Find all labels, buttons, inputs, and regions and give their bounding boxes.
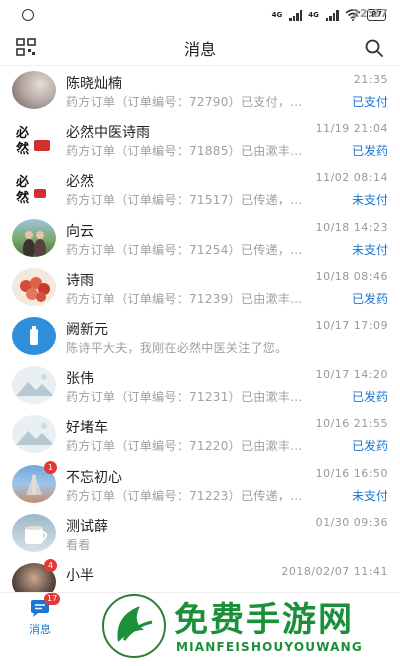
- message-time: 21:35: [353, 73, 388, 86]
- message-time: 10/17 17:09: [315, 318, 388, 332]
- conversation-row[interactable]: 必 然 必然 11/02 08:14 药方订单（订单编号：71517）已传递，.…: [0, 164, 400, 213]
- network-label-2: 4G: [308, 11, 319, 19]
- contact-name: 必然中医诗雨: [66, 125, 150, 142]
- conversation-row[interactable]: 张伟 10/17 14:20 药方订单（订单编号：71231）已由漱丰... 已…: [0, 361, 400, 410]
- avatar: [12, 71, 56, 109]
- contact-name: 小半: [66, 567, 94, 584]
- conversation-row[interactable]: 1 不忘初心 10/16 16:50 药方订单（订单编号：71223）已传递，.…: [0, 460, 400, 509]
- order-status: 已发药: [351, 390, 388, 405]
- message-preview: 药方订单（订单编号：71223）已传递，...: [66, 488, 303, 503]
- watermark-subtext: MIANFEISHOUYOUWANG: [176, 640, 363, 654]
- svg-text:然: 然: [16, 141, 29, 157]
- message-time: 10/17 14:20: [315, 368, 388, 382]
- message-preview: 药方订单（订单编号：71254）已传递，...: [66, 242, 303, 257]
- message-preview: 陈诗平大夫，我刚在必然中医关注了您。: [66, 340, 288, 355]
- avatar: [12, 415, 56, 454]
- order-status: 已发药: [351, 291, 388, 306]
- contact-name: 向云: [66, 223, 94, 240]
- svg-text:然: 然: [16, 190, 29, 206]
- order-status: 已发药: [351, 144, 388, 159]
- status-bar: 22:27 4G 4G 87: [0, 0, 400, 30]
- message-preview: 药方订单（订单编号：72790）已支付，...: [66, 95, 303, 109]
- clinic-logo-icon: 必 然: [15, 174, 46, 206]
- conversation-row[interactable]: 陈晓灿楠 21:35 药方订单（订单编号：72790）已支付，... 已支付: [0, 66, 400, 115]
- top-bar: 消息: [0, 30, 400, 66]
- message-preview: 药方订单（订单编号：71231）已由漱丰...: [66, 390, 303, 405]
- network-label-1: 4G: [271, 11, 283, 19]
- watermark-logo: [102, 594, 166, 658]
- svg-text:必: 必: [15, 125, 29, 141]
- message-preview: 看看: [66, 537, 91, 552]
- contact-name: 不忘初心: [66, 469, 122, 486]
- watermark-text: 免费手游网: [174, 600, 354, 640]
- avatar: [12, 513, 56, 552]
- message-preview: 药方订单（订单编号：71885）已由漱丰...: [66, 144, 303, 159]
- contact-name: 必然: [66, 174, 94, 191]
- message-time: 01/30 09:36: [315, 515, 388, 529]
- watermark: 免费手游网 MIANFEISHOUYOUWANG: [100, 588, 400, 666]
- order-status: 未支付: [351, 488, 388, 503]
- contact-name: 测试薛: [66, 518, 108, 535]
- message-list: 陈晓灿楠 21:35 药方订单（订单编号：72790）已支付，... 已支付 必…: [0, 66, 400, 607]
- contact-name: 张伟: [66, 371, 94, 388]
- conversation-row[interactable]: 阙新元 10/17 17:09 陈诗平大夫，我刚在必然中医关注了您。: [0, 312, 400, 361]
- tab-label: 消息: [29, 623, 51, 636]
- avatar: [12, 366, 56, 405]
- tab-messages[interactable]: 17 消息: [10, 593, 70, 637]
- conversation-row[interactable]: 好堵车 10/16 21:55 药方订单（订单编号：71220）已由漱丰... …: [0, 410, 400, 459]
- order-status: 未支付: [351, 242, 388, 257]
- page-title: 消息: [183, 39, 216, 59]
- message-time: 11/19 21:04: [315, 122, 388, 136]
- contact-name: 陈晓灿楠: [66, 76, 122, 92]
- alarm-icon: [22, 9, 34, 21]
- order-status: 已支付: [351, 95, 388, 109]
- message-preview: 药方订单（订单编号：71517）已传递，...: [66, 193, 303, 208]
- conversation-row[interactable]: 向云 10/18 14:23 药方订单（订单编号：71254）已传递，... 未…: [0, 214, 400, 263]
- contact-name: 阙新元: [66, 321, 108, 338]
- message-time: 10/16 21:55: [315, 417, 388, 431]
- clinic-logo-icon: 必 然: [15, 125, 50, 157]
- clock: 22:27: [351, 7, 388, 20]
- message-preview: 药方订单（订单编号：71220）已由漱丰...: [66, 439, 303, 454]
- contact-name: 诗雨: [66, 272, 94, 289]
- unread-badge: 4: [44, 558, 57, 572]
- order-status: 已发药: [351, 439, 388, 454]
- unread-badge: 1: [44, 460, 57, 474]
- conversation-row[interactable]: 必 然 必然中医诗雨 11/19 21:04 药方订单（订单编号：71885）已…: [0, 115, 400, 164]
- avatar: 必 然: [12, 169, 56, 208]
- signal-icon: [289, 9, 303, 21]
- message-time: 10/16 16:50: [315, 466, 388, 480]
- avatar: [12, 218, 56, 257]
- message-preview: 药方订单（订单编号：71239）已由漱丰...: [66, 291, 303, 306]
- message-time: 2018/02/07 11:41: [281, 564, 388, 578]
- avatar: [12, 316, 56, 355]
- avatar: 必 然: [12, 120, 56, 159]
- avatar: [12, 267, 56, 306]
- message-time: 10/18 08:46: [315, 269, 388, 283]
- message-time: 10/18 14:23: [315, 220, 388, 234]
- search-icon[interactable]: [364, 38, 384, 58]
- conversation-row[interactable]: 诗雨 10/18 08:46 药方订单（订单编号：71239）已由漱丰... 已…: [0, 263, 400, 312]
- signal-icon-2: [325, 9, 339, 21]
- contact-name: 好堵车: [66, 420, 108, 437]
- order-status: 未支付: [351, 193, 388, 208]
- unread-count-badge: 17: [44, 593, 61, 605]
- scan-icon[interactable]: [16, 38, 36, 56]
- conversation-row[interactable]: 测试薛 01/30 09:36 看看: [0, 509, 400, 558]
- svg-text:必: 必: [15, 174, 29, 190]
- message-time: 11/02 08:14: [315, 171, 388, 185]
